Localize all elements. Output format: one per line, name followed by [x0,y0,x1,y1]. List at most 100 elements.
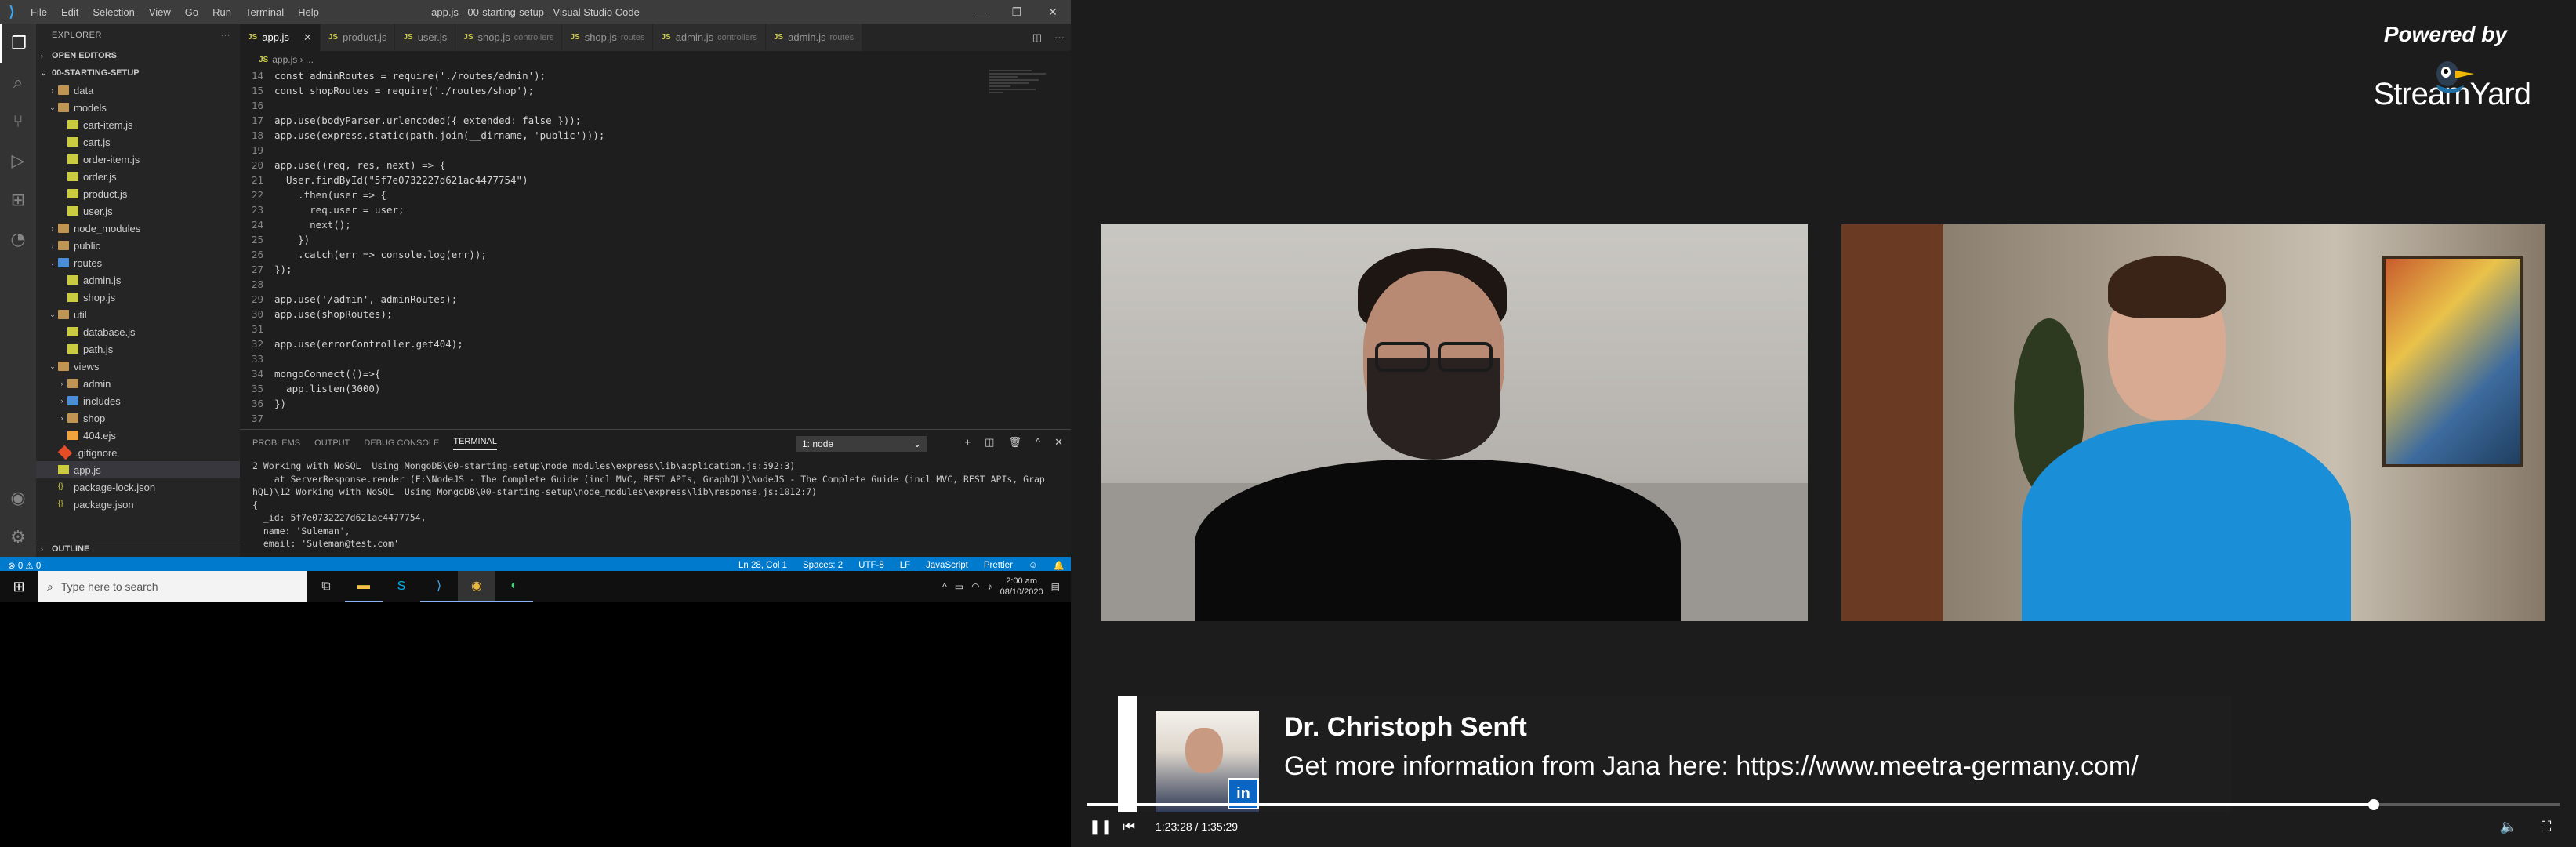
manage-gear-icon[interactable]: ⚙ [0,518,36,557]
problems-count[interactable]: ⊗ 0 ⚠ 0 [8,560,41,571]
status-item[interactable]: Spaces: 2 [803,561,843,570]
close-tab-icon[interactable]: ✕ [303,31,312,44]
tree-file[interactable]: admin.js [36,271,240,289]
menu-item-edit[interactable]: Edit [54,6,85,18]
menu-item-run[interactable]: Run [205,6,238,18]
vscode-taskbar-icon[interactable]: ⟩ [420,571,458,602]
streaming-app-icon[interactable]: ◐ [495,571,533,602]
chrome-icon[interactable]: ◉ [458,571,495,602]
tree-file[interactable]: cart-item.js [36,116,240,133]
menu-item-go[interactable]: Go [178,6,205,18]
video-progress-bar[interactable] [1087,799,2560,810]
tree-folder[interactable]: ⌄ routes [36,254,240,271]
tree-file[interactable]: product.js [36,185,240,202]
network-icon[interactable]: ▭ [955,581,963,592]
panel-tab-output[interactable]: OUTPUT [314,438,350,448]
status-item[interactable]: LF [900,561,910,570]
tree-folder[interactable]: › node_modules [36,220,240,237]
explorer-icon[interactable]: ❐ [0,24,36,63]
remote-icon[interactable]: ◔ [0,220,36,259]
minimap[interactable] [989,68,1060,131]
editor-tab[interactable]: JS shop.js controllers [455,24,563,51]
status-item[interactable]: Ln 28, Col 1 [738,561,787,570]
video-tile-guest[interactable] [1841,224,2545,621]
panel-tab-debug-console[interactable]: DEBUG CONSOLE [364,438,439,448]
editor-tab[interactable]: JS shop.js routes [562,24,654,51]
tree-file[interactable]: order-item.js [36,151,240,168]
tree-file[interactable]: {} package-lock.json [36,478,240,496]
trash-icon[interactable]: 🗑 [1008,436,1021,449]
chevron-up-icon[interactable]: ^ [942,581,947,592]
split-terminal-icon[interactable]: ◫ [985,436,994,449]
tree-folder[interactable]: › admin [36,375,240,392]
breadcrumb-path[interactable]: app.js › ... [272,54,314,65]
tree-folder[interactable]: ⌄ views [36,358,240,375]
tree-folder[interactable]: › public [36,237,240,254]
task-view-icon[interactable]: ⧉ [307,571,345,602]
status-item[interactable]: JavaScript [926,561,968,570]
editor-tab[interactable]: JS user.js [395,24,456,51]
tree-folder[interactable]: ⌄ util [36,306,240,323]
windows-start-icon[interactable]: ⊞ [0,571,38,602]
menu-item-help[interactable]: Help [291,6,326,18]
open-editors-section[interactable]: › OPEN EDITORS [36,47,240,64]
project-section[interactable]: ⌄ 00-STARTING-SETUP [36,64,240,82]
tree-folder[interactable]: › data [36,82,240,99]
outline-section[interactable]: › OUTLINE [36,540,240,557]
panel-tab-terminal[interactable]: TERMINAL [453,437,497,450]
account-icon[interactable]: ◉ [0,478,36,518]
tree-file[interactable]: {} package.json [36,496,240,513]
fullscreen-icon[interactable]: ⛶ [2532,819,2560,835]
close-icon[interactable]: ✕ [1035,0,1071,24]
progress-scrubber-handle[interactable] [2368,799,2380,810]
menu-item-view[interactable]: View [142,6,178,18]
clock[interactable]: 2:00 am 08/10/2020 [1000,576,1043,598]
new-terminal-icon[interactable]: + [965,436,971,449]
search-icon[interactable]: ⌕ [0,63,36,102]
action-center-icon[interactable]: ▤ [1051,581,1060,592]
tree-folder[interactable]: › includes [36,392,240,409]
extensions-icon[interactable]: ⊞ [0,180,36,220]
restore-icon[interactable]: ❐ [999,0,1035,24]
tree-file[interactable]: order.js [36,168,240,185]
skip-back-icon[interactable]: ⏮ [1115,819,1143,835]
tree-file[interactable]: 404.ejs [36,427,240,444]
skype-icon[interactable]: S [383,571,420,602]
tree-folder[interactable]: ⌄ models [36,99,240,116]
status-item[interactable]: Prettier [984,561,1013,570]
source-control-icon[interactable]: ⑂ [0,102,36,141]
close-panel-icon[interactable]: ✕ [1054,436,1063,449]
terminal-select[interactable]: 1: node ⌄ [796,436,927,452]
more-actions-icon[interactable]: ··· [1054,31,1065,43]
feedback-icon[interactable]: ☺ [1029,561,1038,570]
notification-bell-icon[interactable]: 🔔 [1054,560,1065,571]
file-explorer-icon[interactable]: ▬ [345,571,383,602]
tree-file[interactable]: .gitignore [36,444,240,461]
pause-icon[interactable]: ❚❚ [1087,819,1115,835]
video-tile-host[interactable] [1101,224,1808,621]
wifi-icon[interactable]: ◠ [971,581,979,592]
status-item[interactable]: UTF-8 [858,561,884,570]
editor-tab[interactable]: JS admin.js routes [765,24,863,51]
tree-file[interactable]: app.js [36,461,240,478]
menu-item-file[interactable]: File [24,6,54,18]
editor-tab[interactable]: JS app.js ✕ [240,24,321,51]
maximize-panel-icon[interactable]: ^ [1036,436,1040,449]
menu-item-selection[interactable]: Selection [85,6,141,18]
code-editor[interactable]: 14 const adminRoutes = require('./routes/… [240,68,1071,429]
panel-tab-problems[interactable]: PROBLEMS [252,438,300,448]
editor-tab[interactable]: JS admin.js controllers [653,24,766,51]
tree-file[interactable]: shop.js [36,289,240,306]
tree-file[interactable]: user.js [36,202,240,220]
tree-file[interactable]: cart.js [36,133,240,151]
menu-item-terminal[interactable]: Terminal [238,6,291,18]
tree-folder[interactable]: › shop [36,409,240,427]
tree-file[interactable]: database.js [36,323,240,340]
more-actions-icon[interactable]: ··· [221,31,231,40]
taskbar-search[interactable]: ⌕ Type here to search [38,571,307,602]
terminal-output[interactable]: 2 Working with NoSQL Using MongoDB\00-st… [252,460,1063,551]
volume-icon[interactable]: 🔈 [2494,819,2523,835]
editor-tab[interactable]: JS product.js [320,24,396,51]
split-editor-icon[interactable]: ◫ [1032,31,1042,44]
minimize-icon[interactable]: — [963,0,999,24]
